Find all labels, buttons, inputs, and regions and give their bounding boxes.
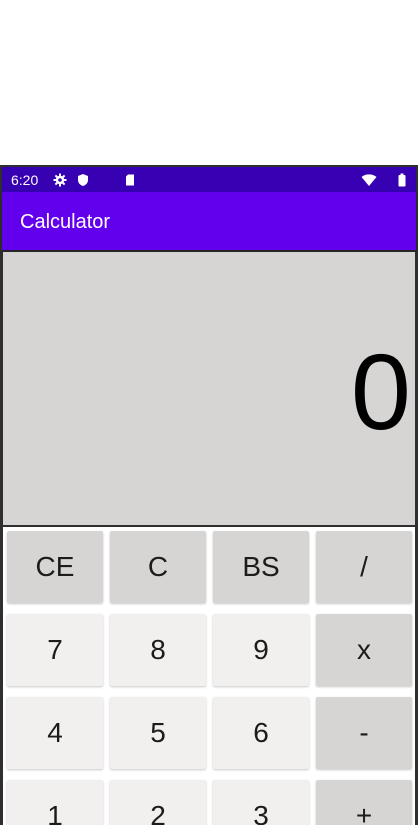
app-bar: Calculator [2,192,416,250]
battery-icon [398,173,406,187]
result-display: 0 [3,252,415,525]
digit-7-button[interactable]: 7 [7,614,103,686]
display-value: 0 [350,331,411,452]
divide-button[interactable]: / [316,531,412,603]
digit-2-button[interactable]: 2 [110,780,206,825]
subtract-button[interactable]: - [316,697,412,769]
digit-5-button[interactable]: 5 [110,697,206,769]
digit-1-button[interactable]: 1 [7,780,103,825]
status-bar: 6:20 [2,167,416,192]
phone-screen: 6:20 Calculator 0 CE C BS / 7 8 9 x 4 5 … [0,165,418,825]
add-button[interactable]: + [316,780,412,825]
digit-9-button[interactable]: 9 [213,614,309,686]
digit-6-button[interactable]: 6 [213,697,309,769]
digit-4-button[interactable]: 4 [7,697,103,769]
clear-entry-button[interactable]: CE [7,531,103,603]
keypad: CE C BS / 7 8 9 x 4 5 6 - 1 2 3 + [3,527,415,825]
status-time: 6:20 [11,172,39,188]
digit-8-button[interactable]: 8 [110,614,206,686]
clear-button[interactable]: C [110,531,206,603]
shield-icon [78,174,88,186]
wifi-icon [361,174,377,186]
app-title: Calculator [20,211,111,233]
gear-icon [53,173,67,187]
sd-card-icon [126,174,134,186]
multiply-button[interactable]: x [316,614,412,686]
digit-3-button[interactable]: 3 [213,780,309,825]
backspace-button[interactable]: BS [213,531,309,603]
